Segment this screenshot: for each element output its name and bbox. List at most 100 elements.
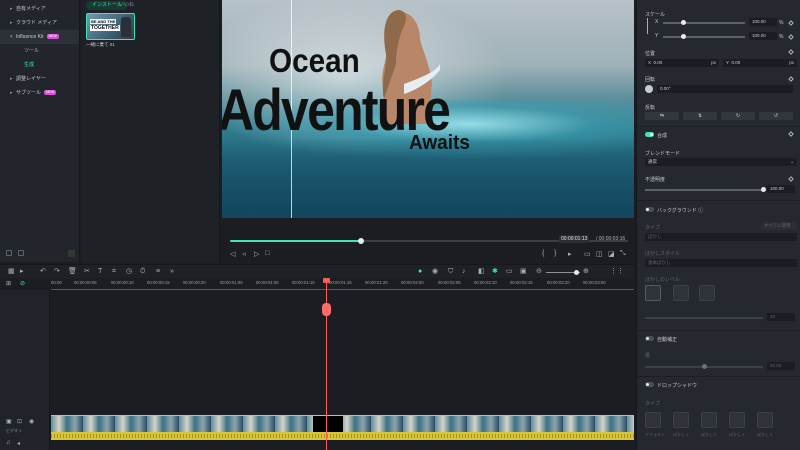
- blur-preset-20[interactable]: [645, 285, 661, 301]
- rewind-icon[interactable]: ◃: [242, 250, 246, 258]
- play-icon[interactable]: ▷: [254, 250, 259, 258]
- sidebar-item-own-media[interactable]: ▸ 自有メディア: [0, 2, 79, 16]
- screen-icon[interactable]: ▭: [506, 268, 513, 276]
- zoom-out-icon[interactable]: ⊖: [536, 268, 542, 276]
- snapshot-icon[interactable]: ◫: [596, 250, 603, 258]
- blur-level-slider[interactable]: [645, 317, 763, 319]
- marker-icon[interactable]: ▸: [568, 250, 572, 258]
- magnet-icon[interactable]: ✱: [492, 268, 498, 276]
- blur-level-input[interactable]: 20: [767, 313, 795, 321]
- blend-mode-select[interactable]: 通常 ⌄: [645, 158, 797, 166]
- keyframe-icon[interactable]: [788, 49, 794, 55]
- flip-horizontal-button[interactable]: ⇆: [645, 112, 679, 120]
- new-folder-icon[interactable]: [18, 250, 24, 256]
- link-icon[interactable]: ⊘: [20, 280, 25, 287]
- tab-favorites[interactable]: いいね: [113, 1, 140, 10]
- scale-y-slider[interactable]: [663, 36, 745, 38]
- image-icon[interactable]: ▣: [520, 268, 527, 276]
- title-text-ocean[interactable]: Ocean: [269, 44, 360, 77]
- auto-enhance-toggle[interactable]: [645, 336, 654, 341]
- folder-icon[interactable]: [6, 250, 12, 256]
- fullscreen-icon[interactable]: ⤡: [620, 250, 626, 258]
- blur-preset-60[interactable]: [699, 285, 715, 301]
- shadow-preset-1[interactable]: [673, 412, 689, 428]
- opacity-input[interactable]: 100.00: [767, 185, 795, 193]
- undo-icon[interactable]: ↶: [40, 268, 46, 276]
- keyframe-icon[interactable]: [788, 176, 794, 182]
- shadow-preset-2[interactable]: [701, 412, 717, 428]
- preview-window[interactable]: Ocean Adventure Awaits: [222, 0, 634, 218]
- keyframe-icon[interactable]: [788, 20, 794, 26]
- microphone-icon[interactable]: ♪: [462, 268, 466, 276]
- opacity-knob[interactable]: [761, 187, 766, 192]
- keyframe-icon[interactable]: [788, 34, 794, 40]
- tag-icon[interactable]: ◧: [478, 268, 485, 276]
- sidebar-item-subtools[interactable]: ▸ サブツール NEW: [0, 86, 79, 100]
- speed-icon[interactable]: ◷: [126, 268, 132, 276]
- scale-x-knob[interactable]: [681, 20, 686, 25]
- stop-icon[interactable]: □: [265, 250, 269, 257]
- bg-type-select[interactable]: ぼかし: [645, 233, 797, 241]
- sidebar-item-adjustment-layer[interactable]: ▸ 調整レイヤー: [0, 72, 79, 86]
- collapse-panel-icon[interactable]: [68, 250, 75, 257]
- sidebar-item-cloud-media[interactable]: ▸ クラウド メディア: [0, 16, 79, 30]
- playhead-handle[interactable]: [322, 303, 331, 316]
- zoom-in-icon[interactable]: ⊕: [583, 268, 589, 276]
- ai-icon[interactable]: ●: [418, 268, 422, 276]
- scale-link-icon[interactable]: [647, 18, 653, 34]
- amount-input[interactable]: 50.00: [767, 362, 795, 370]
- rotate-dial-icon[interactable]: [645, 85, 653, 93]
- shadow-preset-4[interactable]: [757, 412, 773, 428]
- speaker-icon[interactable]: ◂: [17, 440, 20, 447]
- apply-all-button[interactable]: すべてに適用: [761, 222, 797, 230]
- display-icon[interactable]: ▭: [584, 250, 591, 258]
- text-icon[interactable]: T: [98, 268, 102, 276]
- blur-preset-40[interactable]: [673, 285, 689, 301]
- sidebar-item-tools[interactable]: ツール: [0, 44, 79, 58]
- lock-icon[interactable]: ⊡: [17, 418, 22, 425]
- rotate-ccw-button[interactable]: ↺: [759, 112, 793, 120]
- mark-out-icon[interactable]: }: [554, 250, 556, 257]
- layout-icon[interactable]: ⋮⋮: [610, 268, 624, 276]
- scale-y-knob[interactable]: [681, 34, 686, 39]
- flip-vertical-button[interactable]: ⇅: [683, 112, 717, 120]
- opacity-slider[interactable]: [645, 189, 763, 191]
- blur-style-select[interactable]: 基本ぼかし: [645, 259, 797, 267]
- scale-x-input[interactable]: 100.00: [749, 18, 777, 26]
- rotate-input[interactable]: 0.00°: [657, 85, 793, 93]
- position-y-input[interactable]: Y 0.00 px: [723, 59, 797, 67]
- select-tool-icon[interactable]: ▸: [20, 268, 24, 276]
- previous-frame-icon[interactable]: ◁: [230, 250, 235, 258]
- sidebar-item-generate[interactable]: 生成: [0, 58, 79, 72]
- add-track-icon[interactable]: ⊞: [6, 280, 11, 287]
- template-thumbnail[interactable]: BE AND THE TOGETHER: [86, 13, 135, 40]
- delete-icon[interactable]: 🗑: [68, 268, 77, 276]
- redo-icon[interactable]: ↷: [54, 268, 60, 276]
- amount-knob[interactable]: [702, 364, 707, 369]
- title-text-awaits[interactable]: Awaits: [409, 133, 470, 153]
- scale-x-slider[interactable]: [663, 22, 745, 24]
- rotate-cw-button[interactable]: ↻: [721, 112, 755, 120]
- render-icon[interactable]: ◉: [432, 268, 438, 276]
- background-toggle[interactable]: [645, 207, 654, 212]
- keyframe-icon[interactable]: [788, 131, 794, 137]
- keyframe-icon[interactable]: [788, 76, 794, 82]
- shadow-preset-3[interactable]: [729, 412, 745, 428]
- shadow-preset-default[interactable]: [645, 412, 661, 428]
- drop-shadow-toggle[interactable]: [645, 382, 654, 387]
- composite-toggle[interactable]: [645, 132, 654, 137]
- grid-icon[interactable]: ▦: [8, 268, 15, 276]
- eye-icon[interactable]: ◉: [29, 418, 34, 425]
- zoom-knob[interactable]: [574, 270, 579, 275]
- sidebar-item-influence-kit[interactable]: ▾ Influence Kit NEW: [0, 30, 79, 44]
- volume-icon[interactable]: ◪: [608, 250, 615, 258]
- split-icon[interactable]: ✂: [84, 268, 90, 276]
- scrub-handle[interactable]: [358, 237, 365, 244]
- more-icon[interactable]: »: [170, 268, 174, 276]
- shield-icon[interactable]: ⛉: [448, 268, 453, 276]
- video-track-icon[interactable]: ▣: [6, 418, 12, 425]
- audio-track-icon[interactable]: ♫: [6, 440, 11, 446]
- scale-y-input[interactable]: 100.00: [749, 32, 777, 40]
- crop-icon[interactable]: ⌗: [112, 268, 116, 276]
- timer-icon[interactable]: ⏱: [140, 268, 145, 276]
